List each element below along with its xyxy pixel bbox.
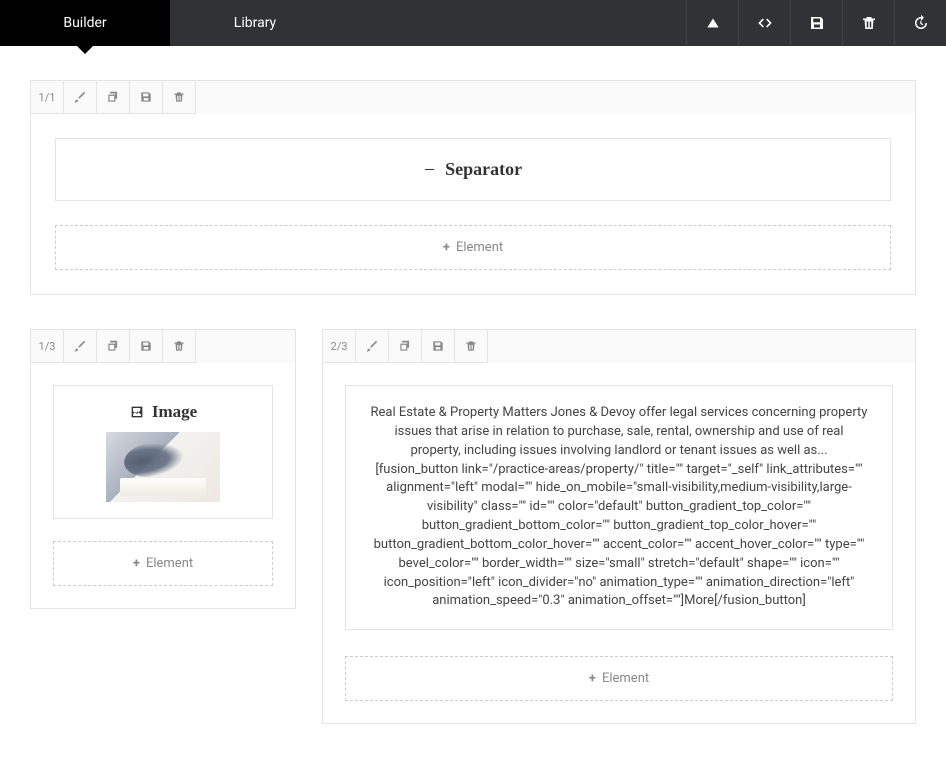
tab-library[interactable]: Library	[170, 0, 340, 46]
plus-icon: +	[443, 240, 450, 255]
image-title: Image	[66, 402, 260, 422]
column-toolbar: 1/3	[31, 330, 295, 363]
column-inner: 1/3	[30, 329, 296, 609]
code-button[interactable]	[738, 0, 790, 46]
column-clone[interactable]	[97, 330, 130, 363]
column-style[interactable]	[356, 330, 389, 363]
save-icon	[808, 14, 826, 32]
column-inner: 2/3 Real Estate & P	[322, 329, 916, 724]
topbar-spacer	[340, 0, 686, 46]
column-size[interactable]: 1/1	[31, 81, 64, 114]
paintbrush-icon	[365, 339, 379, 353]
history-button[interactable]	[894, 0, 946, 46]
plus-icon: +	[133, 556, 140, 571]
column-toolbar: 2/3	[323, 330, 915, 363]
image-icon	[129, 404, 145, 420]
collapse-button[interactable]	[686, 0, 738, 46]
trash-icon	[464, 339, 478, 353]
column-style[interactable]	[64, 330, 97, 363]
trash-icon	[172, 339, 186, 353]
image-element[interactable]: Image	[53, 385, 273, 519]
delete-button[interactable]	[842, 0, 894, 46]
column-content: Image + Element	[31, 363, 295, 608]
code-icon	[756, 14, 774, 32]
text-content: Real Estate & Property Matters Jones & D…	[371, 405, 868, 608]
topbar: Builder Library	[0, 0, 946, 46]
separator-element[interactable]: − Separator	[55, 138, 891, 201]
tab-builder[interactable]: Builder	[0, 0, 170, 46]
column-save[interactable]	[130, 81, 163, 114]
save-icon	[139, 339, 153, 353]
column-toolbar: 1/1	[31, 81, 915, 114]
clone-icon	[106, 339, 120, 353]
add-element-label: Element	[456, 240, 503, 255]
add-element-label: Element	[146, 556, 193, 571]
add-element-button[interactable]: + Element	[55, 225, 891, 270]
section-body: − Separator + Element	[31, 114, 915, 294]
columns-row: 1/3	[30, 329, 916, 724]
text-element[interactable]: Real Estate & Property Matters Jones & D…	[345, 385, 893, 630]
image-label: Image	[152, 402, 197, 422]
triangle-up-icon	[704, 14, 722, 32]
column-size[interactable]: 2/3	[323, 330, 356, 363]
column-save[interactable]	[130, 330, 163, 363]
history-icon	[912, 14, 930, 32]
column-two-thirds: 2/3 Real Estate & P	[322, 329, 916, 724]
clone-icon	[398, 339, 412, 353]
separator-label: Separator	[445, 159, 522, 180]
save-button[interactable]	[790, 0, 842, 46]
add-element-label: Element	[602, 671, 649, 686]
minus-icon: −	[424, 160, 435, 180]
column-delete[interactable]	[163, 330, 196, 363]
paintbrush-icon	[73, 339, 87, 353]
column-style[interactable]	[64, 81, 97, 114]
column-content: Real Estate & Property Matters Jones & D…	[323, 363, 915, 723]
paintbrush-icon	[73, 90, 87, 104]
column-clone[interactable]	[97, 81, 130, 114]
column-delete[interactable]	[455, 330, 488, 363]
column-size[interactable]: 1/3	[31, 330, 64, 363]
add-element-button[interactable]: + Element	[53, 541, 273, 586]
column-one-third: 1/3	[30, 329, 296, 724]
image-thumbnail	[106, 432, 220, 502]
trash-icon	[172, 90, 186, 104]
save-icon	[139, 90, 153, 104]
plus-icon: +	[589, 671, 596, 686]
trash-icon	[860, 14, 878, 32]
section-full: 1/1 − Separator + Element	[30, 80, 916, 295]
save-icon	[431, 339, 445, 353]
column-delete[interactable]	[163, 81, 196, 114]
builder-canvas: 1/1 − Separator + Element	[0, 46, 946, 758]
clone-icon	[106, 90, 120, 104]
column-save[interactable]	[422, 330, 455, 363]
column-clone[interactable]	[389, 330, 422, 363]
add-element-button[interactable]: + Element	[345, 656, 893, 701]
